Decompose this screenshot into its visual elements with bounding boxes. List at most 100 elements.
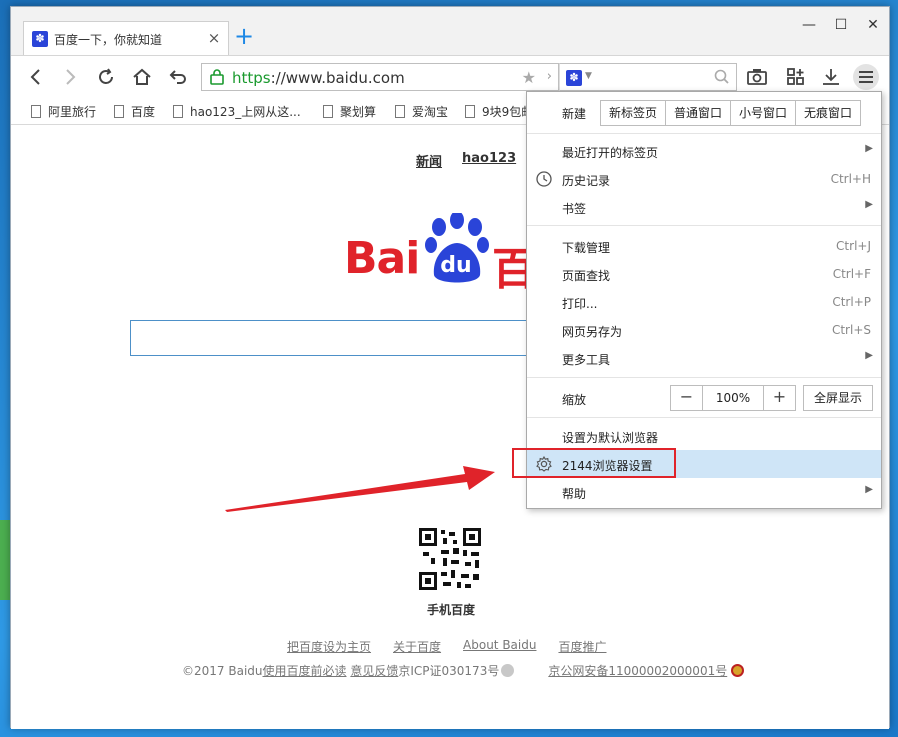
new-window-option[interactable]: 普通窗口: [665, 101, 731, 125]
icp-text: 京ICP证030173号: [398, 664, 500, 678]
set-homepage-link[interactable]: 把百度设为主页: [287, 638, 371, 655]
forward-button[interactable]: [57, 64, 83, 90]
zoom-label: 缩放: [562, 393, 587, 407]
maximize-button[interactable]: ☐: [825, 13, 857, 37]
menu-item-label: 设置为默认浏览器: [562, 431, 659, 445]
menu-item-history[interactable]: 历史记录 Ctrl+H: [527, 165, 881, 193]
undo-icon: [169, 70, 186, 84]
news-link[interactable]: 新闻: [416, 151, 442, 170]
baidu-paw-icon: ✽: [32, 31, 48, 47]
about-baidu-en-link[interactable]: About Baidu: [463, 638, 536, 655]
menu-item-label: 更多工具: [562, 353, 611, 367]
page-icon: [395, 105, 405, 118]
menu-item-label: 下载管理: [562, 241, 611, 255]
chevron-right-icon[interactable]: ›: [547, 69, 552, 84]
address-bar[interactable]: https://www.baidu.com ★ ›: [201, 63, 559, 91]
tab-title: 百度一下，你就知道: [54, 33, 163, 47]
undo-close-button[interactable]: [164, 64, 190, 90]
menu-new-row: 新建 新标签页 普通窗口 小号窗口 无痕窗口: [527, 98, 881, 126]
qr-code-icon: [419, 528, 481, 590]
reload-icon: [99, 68, 113, 84]
back-icon: [30, 69, 40, 85]
bookmark-item[interactable]: 百度: [114, 103, 155, 120]
menu-item-label: 历史记录: [562, 174, 611, 188]
menu-item-downloads[interactable]: 下载管理 Ctrl+J: [527, 232, 881, 260]
new-incognito-option[interactable]: 无痕窗口: [795, 101, 861, 125]
bookmark-item[interactable]: hao123_上网从这...: [173, 103, 301, 120]
bookmark-item[interactable]: 爱淘宝: [395, 103, 448, 120]
menu-item-save-as[interactable]: 网页另存为 Ctrl+S: [527, 316, 881, 344]
new-small-window-option[interactable]: 小号窗口: [730, 101, 796, 125]
new-tab-button[interactable]: +: [233, 24, 255, 48]
police-record-link[interactable]: 京公网安备11000002000001号: [548, 662, 727, 679]
home-button[interactable]: [129, 64, 155, 90]
page-icon: [31, 105, 41, 118]
search-box[interactable]: ✽ ▼: [559, 63, 737, 91]
menu-new-label: 新建: [562, 107, 587, 121]
menu-item-more-tools[interactable]: 更多工具 ▶: [527, 344, 881, 372]
main-menu-button[interactable]: [853, 64, 879, 90]
menu-divider: [527, 133, 881, 134]
annotation-highlight-box: [512, 448, 676, 478]
bookmark-item[interactable]: 9块9包邮: [465, 103, 533, 120]
menu-shortcut: Ctrl+J: [836, 239, 871, 253]
zoom-in-button[interactable]: +: [764, 386, 795, 410]
screenshot-button[interactable]: [744, 64, 770, 90]
close-window-button[interactable]: ✕: [857, 13, 889, 37]
menu-shortcut: Ctrl+H: [830, 172, 871, 186]
feedback-link[interactable]: 意见反馈: [350, 662, 398, 679]
bookmark-item[interactable]: 聚划算: [323, 103, 376, 120]
page-icon: [114, 105, 124, 118]
menu-item-recent-tabs[interactable]: 最近打开的标签页 ▶: [527, 137, 881, 165]
menu-item-help[interactable]: 帮助 ▶: [527, 478, 881, 506]
qr-label: 手机百度: [426, 603, 475, 617]
baidu-promotion-link[interactable]: 百度推广: [558, 638, 606, 655]
hao123-link[interactable]: hao123: [462, 151, 516, 170]
hamburger-icon: [859, 71, 873, 83]
menu-item-set-default[interactable]: 设置为默认浏览器: [527, 422, 881, 450]
menu-item-print[interactable]: 打印... Ctrl+P: [527, 288, 881, 316]
zoom-control: − 100% +: [670, 385, 796, 411]
tab-baidu[interactable]: ✽ 百度一下，你就知道 ×: [23, 21, 229, 55]
apps-button[interactable]: [783, 64, 809, 90]
title-bar: ✽ 百度一下，你就知道 × + — ☐ ✕: [11, 7, 889, 55]
zoom-out-button[interactable]: −: [671, 386, 702, 410]
back-button[interactable]: [23, 64, 49, 90]
chevron-right-icon: ▶: [865, 484, 873, 495]
page-icon: [323, 105, 333, 118]
menu-item-find[interactable]: 页面查找 Ctrl+F: [527, 260, 881, 288]
bookmark-item[interactable]: 阿里旅行: [31, 103, 96, 120]
menu-shortcut: Ctrl+F: [832, 267, 871, 281]
baidu-search-input[interactable]: [130, 320, 530, 356]
icp-badge-icon: [501, 664, 515, 677]
chevron-right-icon: ▶: [865, 350, 873, 361]
footer-legal: ©2017 Baidu 使用百度前必读 意见反馈 京ICP证030173号 京公…: [182, 662, 745, 679]
search-icon: [714, 69, 729, 84]
menu-item-label: 打印...: [562, 297, 598, 311]
minimize-button[interactable]: —: [793, 13, 825, 37]
menu-item-label: 帮助: [562, 487, 587, 501]
menu-item-bookmarks[interactable]: 书签 ▶: [527, 193, 881, 221]
annotation-arrow: [225, 466, 495, 512]
menu-divider: [527, 417, 881, 418]
browser-window: ✽ 百度一下，你就知道 × + — ☐ ✕ https://www.baidu.: [10, 6, 890, 729]
menu-item-label: 网页另存为: [562, 325, 623, 339]
window-controls: — ☐ ✕: [793, 13, 889, 37]
new-tab-option[interactable]: 新标签页: [601, 101, 666, 125]
star-icon[interactable]: ★: [522, 68, 536, 87]
menu-item-label: 书签: [562, 202, 587, 216]
baidu-logo: Bai du 百: [344, 213, 544, 295]
baidu-engine-icon[interactable]: ✽: [566, 70, 582, 86]
tab-close-icon[interactable]: ×: [206, 30, 222, 46]
new-button-group: 新标签页 普通窗口 小号窗口 无痕窗口: [600, 100, 862, 126]
page-icon: [173, 105, 183, 118]
reload-button[interactable]: [93, 64, 119, 90]
fullscreen-button[interactable]: 全屏显示: [803, 385, 873, 411]
must-read-link[interactable]: 使用百度前必读: [263, 662, 347, 679]
police-badge-icon: [731, 664, 745, 677]
chevron-down-icon[interactable]: ▼: [585, 71, 592, 81]
about-baidu-link[interactable]: 关于百度: [393, 638, 441, 655]
chevron-right-icon: ▶: [865, 199, 873, 210]
menu-divider: [527, 225, 881, 226]
download-button[interactable]: [818, 64, 844, 90]
